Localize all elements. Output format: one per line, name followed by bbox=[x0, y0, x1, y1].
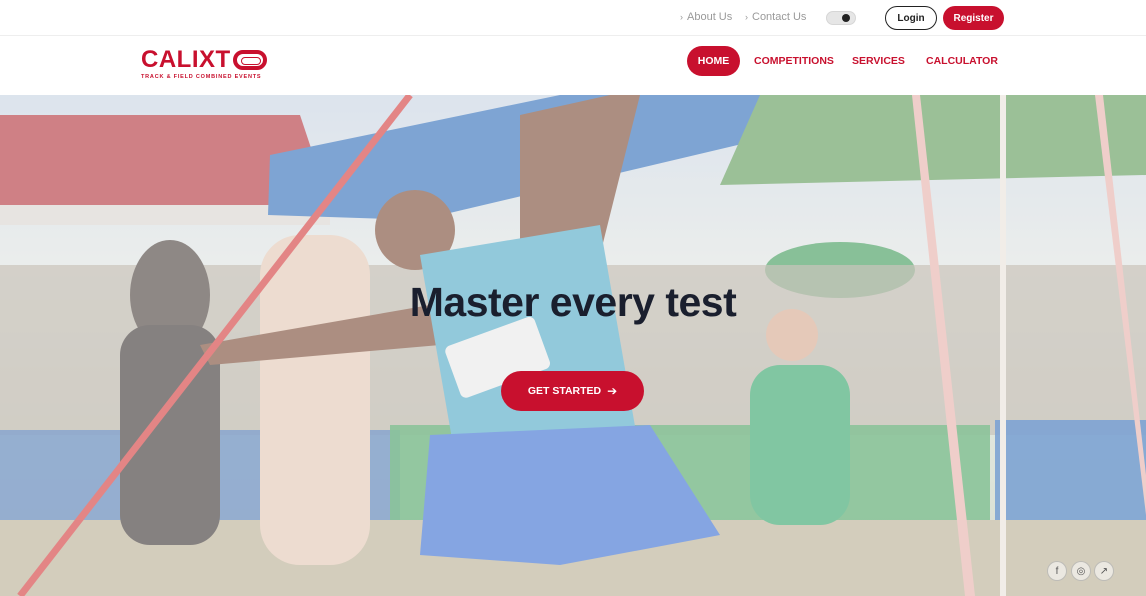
logo-wordmark: CALIXT bbox=[141, 46, 231, 73]
nav-competitions[interactable]: COMPETITIONS bbox=[754, 46, 834, 76]
main-navbar: CALIXT TRACK & FIELD COMBINED EVENTS HOM… bbox=[0, 37, 1146, 95]
contact-us-label: Contact Us bbox=[752, 11, 807, 23]
nav-home[interactable]: HOME bbox=[687, 46, 740, 76]
about-us-link[interactable]: › About Us bbox=[680, 11, 732, 23]
arrow-right-icon: ➔ bbox=[607, 384, 618, 398]
instagram-icon[interactable]: ◎ bbox=[1071, 561, 1091, 581]
logo[interactable]: CALIXT TRACK & FIELD COMBINED EVENTS bbox=[141, 48, 281, 84]
about-us-label: About Us bbox=[687, 11, 733, 23]
hero-title: Master every test bbox=[409, 279, 737, 325]
logo-ring-icon bbox=[232, 50, 267, 70]
hero-section: Master every test GET STARTED ➔ f ◎ ↗ bbox=[0, 95, 1146, 596]
top-utility-bar: › About Us › Contact Us Login Register bbox=[0, 0, 1146, 36]
facebook-icon[interactable]: f bbox=[1047, 561, 1067, 581]
login-button[interactable]: Login bbox=[885, 6, 937, 30]
share-icon[interactable]: ↗ bbox=[1094, 561, 1114, 581]
register-button[interactable]: Register bbox=[943, 6, 1004, 30]
nav-services[interactable]: SERVICES bbox=[852, 46, 905, 76]
logo-tagline: TRACK & FIELD COMBINED EVENTS bbox=[141, 74, 262, 80]
get-started-label: GET STARTED bbox=[527, 385, 602, 397]
contact-us-link[interactable]: › Contact Us bbox=[745, 11, 806, 23]
nav-calculator[interactable]: CALCULATOR bbox=[926, 46, 998, 76]
chevron-right-icon: › bbox=[680, 12, 683, 22]
theme-toggle[interactable] bbox=[826, 11, 856, 25]
chevron-right-icon: › bbox=[745, 12, 748, 22]
toggle-knob bbox=[842, 14, 850, 22]
get-started-button[interactable]: GET STARTED ➔ bbox=[501, 371, 644, 411]
hero-overlay bbox=[0, 95, 1146, 596]
